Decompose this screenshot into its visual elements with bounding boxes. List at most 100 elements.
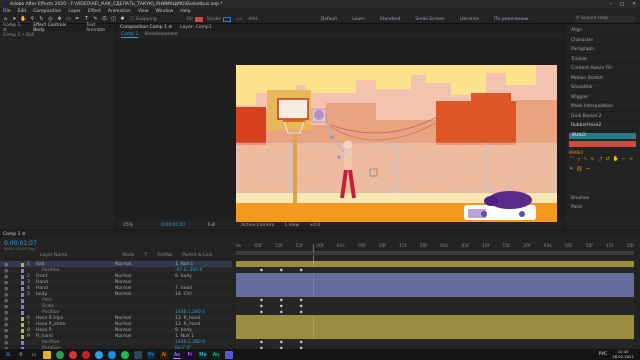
telegram-icon[interactable]: [95, 350, 103, 359]
visibility-eye-icon[interactable]: 👁: [4, 269, 10, 273]
fill-label[interactable]: Fill: [187, 17, 193, 22]
keyframe-icon[interactable]: ◆: [260, 297, 263, 302]
rectangle-tool-icon[interactable]: ▭: [65, 16, 72, 22]
workspace-learn[interactable]: Learn: [352, 17, 365, 22]
spotify-icon[interactable]: [121, 350, 129, 359]
brush-tool-icon[interactable]: ✎: [92, 16, 99, 22]
zoom-level[interactable]: 25%: [123, 223, 133, 228]
label-color-swatch[interactable]: [21, 316, 24, 321]
menu-composition[interactable]: Composition: [33, 9, 61, 14]
minimize-icon[interactable]: –: [610, 2, 612, 7]
visibility-eye-icon[interactable]: 👁: [4, 305, 10, 309]
keyframe-icon[interactable]: ◆: [260, 309, 263, 314]
pen-tool-icon[interactable]: ✒: [74, 16, 81, 22]
app-icon[interactable]: [225, 350, 233, 359]
camera-select[interactable]: Active Camera: [241, 223, 274, 228]
rh-flip-icon[interactable]: ⇄: [605, 156, 609, 163]
search-icon[interactable]: ⚲: [17, 351, 25, 359]
premiere-icon[interactable]: Pr: [186, 350, 194, 359]
illustrator-icon[interactable]: Ai: [160, 350, 168, 359]
stamp-tool-icon[interactable]: ⎚: [101, 16, 108, 22]
panel-content-aware-fill[interactable]: Content-Aware Fill: [565, 64, 640, 74]
eraser-tool-icon[interactable]: ◫: [110, 16, 117, 22]
panel-wiggler[interactable]: Wiggler: [565, 93, 640, 102]
task-view-icon[interactable]: ▭: [30, 351, 38, 359]
panel-motion-sketch[interactable]: Motion Sketch: [565, 74, 640, 83]
panel-smoother[interactable]: Smoother: [565, 83, 640, 93]
rh-star-icon[interactable]: ✶: [569, 166, 573, 172]
rotate-tool-icon[interactable]: ↻: [38, 16, 45, 22]
panel-paragraph[interactable]: Paragraph: [565, 45, 640, 55]
col-t[interactable]: T: [145, 253, 148, 259]
chrome-icon[interactable]: [56, 350, 64, 359]
maximize-icon[interactable]: □: [620, 2, 624, 7]
windows-start-icon[interactable]: ⊞: [4, 351, 12, 359]
col-trkmat[interactable]: TrkMat: [157, 253, 172, 259]
keyframe-icon[interactable]: ◆: [300, 309, 303, 314]
stroke-swatch[interactable]: [222, 16, 231, 22]
menu-edit[interactable]: Edit: [18, 9, 27, 14]
label-color-swatch[interactable]: [21, 268, 24, 273]
keyframe-icon[interactable]: ◆: [280, 339, 283, 344]
label-color-swatch[interactable]: [21, 286, 24, 291]
col-mode[interactable]: Mode: [122, 253, 134, 259]
label-color-swatch[interactable]: [21, 304, 24, 309]
hand-tool-icon[interactable]: ✋: [20, 16, 27, 22]
rh-hose-icon[interactable]: ⌒: [569, 156, 574, 163]
label-color-swatch[interactable]: [21, 280, 24, 285]
view-layout-select[interactable]: 1 View: [284, 223, 299, 228]
explorer-icon[interactable]: [43, 350, 51, 359]
rh-foot-icon[interactable]: ⌐: [622, 156, 626, 163]
tab-layer[interactable]: Layer: Comp1: [180, 25, 211, 30]
visibility-eye-icon[interactable]: 👁: [4, 341, 10, 345]
label-color-swatch[interactable]: [21, 262, 24, 267]
exposure-value[interactable]: +0.0: [309, 223, 320, 228]
visibility-eye-icon[interactable]: 👁: [4, 281, 10, 285]
workspace-standard[interactable]: Standard: [380, 17, 400, 22]
tray-clock[interactable]: 10:45 28.02.2021: [612, 349, 640, 359]
close-icon[interactable]: ✕: [632, 2, 636, 7]
tab-composition[interactable]: Composition Comp 1 ≡: [120, 25, 172, 30]
panel-rubberhose[interactable]: RubberHose2: [565, 121, 640, 131]
subtab-comp1[interactable]: Comp 1: [121, 32, 139, 38]
panel-duik[interactable]: Duik Bassel.2: [565, 112, 640, 121]
media-encoder-icon[interactable]: Me: [199, 350, 207, 359]
rh-arm-icon[interactable]: ╭: [577, 156, 580, 163]
label-color-swatch[interactable]: [21, 292, 24, 297]
selection-tool-icon[interactable]: ➤: [11, 16, 18, 22]
keyframe-icon[interactable]: ◆: [280, 303, 283, 308]
stroke-width[interactable]: px: [237, 17, 243, 22]
steam-icon[interactable]: [134, 350, 142, 359]
rh-hand-icon[interactable]: ✋: [613, 156, 619, 163]
rh-bone-icon[interactable]: ⊸: [586, 166, 590, 172]
search-help-input[interactable]: ⚲ Search Help: [575, 16, 635, 22]
rh-link-icon[interactable]: ⛓: [576, 166, 582, 172]
subtab-shooterperson[interactable]: Shooterperson: [144, 32, 177, 37]
camera-tool-icon[interactable]: ◎: [47, 16, 54, 22]
keyframe-icon[interactable]: ◆: [280, 267, 283, 272]
quality-select[interactable]: Full: [208, 223, 216, 228]
rh-wave-icon[interactable]: ≈: [590, 156, 594, 163]
tab-text-animate[interactable]: Text Animate: [86, 23, 115, 33]
audition-icon[interactable]: Au: [212, 350, 220, 359]
menu-file[interactable]: File: [3, 9, 11, 14]
yandex-icon[interactable]: [69, 350, 77, 359]
label-color-swatch[interactable]: [21, 340, 24, 345]
puppet-tool-icon[interactable]: ✱: [119, 16, 126, 22]
col-parent[interactable]: Parent & Link: [182, 253, 212, 259]
workspace-libraries[interactable]: Libraries: [460, 17, 479, 22]
tray-lang[interactable]: РУС: [599, 352, 608, 357]
workspace-small-screen[interactable]: Small Screen: [415, 17, 444, 22]
skype-icon[interactable]: [108, 350, 116, 359]
rh-loop-icon[interactable]: ∞: [629, 156, 633, 163]
home-icon[interactable]: ⌂: [2, 16, 9, 22]
label-color-swatch[interactable]: [21, 298, 24, 303]
keyframe-icon[interactable]: ◆: [280, 297, 283, 302]
label-color-swatch[interactable]: [21, 310, 24, 315]
fill-swatch[interactable]: [194, 16, 203, 22]
visibility-eye-icon[interactable]: 👁: [4, 335, 10, 339]
photoshop-icon[interactable]: Ps: [147, 350, 155, 359]
visibility-eye-icon[interactable]: 👁: [4, 263, 10, 267]
keyframe-icon[interactable]: ◆: [260, 303, 263, 308]
keyframe-icon[interactable]: ◆: [260, 339, 263, 344]
